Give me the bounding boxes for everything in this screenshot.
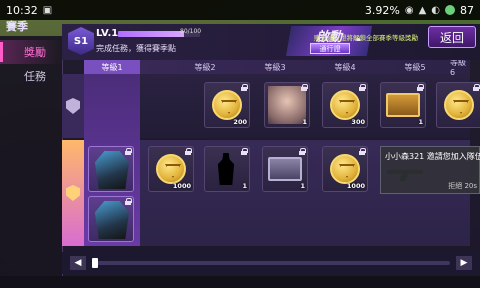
free-reward-2[interactable]: 1: [264, 82, 310, 128]
coin-icon: [156, 154, 186, 184]
level-tab-6[interactable]: 等級6: [450, 58, 470, 77]
season-header: S1 LV.1 80/100 完成任務，獲得賽季點 啟動 通行證 🔒︎ 購買通行…: [62, 24, 480, 60]
premium-reward-3[interactable]: 1: [204, 146, 250, 192]
season-badge: S1: [68, 27, 94, 55]
chest-icon: [268, 157, 302, 181]
free-reward-4[interactable]: 1: [380, 82, 426, 128]
chevron-right-icon: ▶: [460, 258, 468, 268]
figure-icon: [217, 153, 235, 185]
level-header: 等級1 等級2 等級3 等級4 等級5 等級6: [84, 58, 470, 77]
reward-quantity: 1000: [172, 182, 191, 190]
face-icon: [268, 86, 306, 124]
clock-time: 10:32: [6, 3, 38, 17]
player-level: LV.1: [96, 28, 119, 39]
free-reward-1[interactable]: 200: [204, 82, 250, 128]
coin-icon: [330, 90, 360, 120]
mute-icon: ◐: [431, 4, 440, 16]
mech-icon: [94, 151, 130, 189]
level-tab-4[interactable]: 等級4: [310, 60, 380, 74]
scroll-left-button[interactable]: ◀: [70, 256, 86, 270]
reward-quantity: 300: [351, 118, 365, 126]
level-tab-2[interactable]: 等級2: [170, 60, 240, 74]
signal-icon: ▲: [418, 4, 427, 16]
lock-icon: [185, 148, 192, 155]
free-track-label: [62, 74, 84, 138]
premium-reward-5[interactable]: 1000: [322, 146, 368, 192]
reward-quantity: 1000: [346, 182, 365, 190]
back-button[interactable]: 返回: [428, 26, 476, 48]
page-title: 賽季: [6, 20, 28, 33]
scroll-track[interactable]: [92, 258, 450, 268]
level-tab-1[interactable]: 等級1: [84, 60, 140, 74]
coin-icon: [330, 154, 360, 184]
xp-text: 80/100: [180, 28, 202, 35]
lock-icon: [241, 84, 248, 91]
invite-text: 小小森321 邀請您加入隊伍: [385, 152, 480, 161]
premium-track-label: [62, 140, 84, 246]
free-shield-icon: [66, 98, 80, 114]
coin-icon: [212, 90, 242, 120]
gallery-icon: ▣: [42, 4, 53, 16]
network-speed: 3.92%: [364, 3, 400, 17]
lock-icon: [241, 148, 248, 155]
chest-icon: [386, 93, 420, 117]
reward-quantity: 1: [300, 182, 305, 190]
lock-icon: [359, 84, 366, 91]
lock-icon: [359, 148, 366, 155]
premium-reward-2[interactable]: 1000: [148, 146, 194, 192]
reward-quantity: 1: [418, 118, 423, 126]
lock-icon: [301, 84, 308, 91]
reward-quantity: 1: [242, 182, 247, 190]
status-bar: 10:32 ▣ 3.92% ◉ ▲ ◐ 87: [0, 0, 480, 20]
lock-icon: [299, 148, 306, 155]
wifi-icon: ◉: [404, 4, 414, 16]
premium-reward-4[interactable]: 1: [262, 146, 308, 192]
free-reward-5[interactable]: [436, 82, 480, 128]
level-tab-3[interactable]: 等級3: [240, 60, 310, 74]
lock-icon: [473, 84, 480, 91]
lock-icon: [125, 198, 132, 205]
xp-progress-fill: [118, 31, 184, 37]
weapon-icon: [387, 169, 423, 181]
reward-quantity: 200: [233, 118, 247, 126]
nav-tab-rewards[interactable]: 獎勵: [0, 40, 62, 64]
invite-reject-button[interactable]: 拒絕 20s: [448, 181, 477, 191]
premium-reward-extra[interactable]: [88, 196, 134, 242]
task-hint: 完成任務，獲得賽季點: [96, 44, 176, 53]
bottom-bar: [0, 276, 480, 288]
lock-icon: [125, 148, 132, 155]
left-nav: 獎勵 任務: [0, 36, 62, 276]
nav-tab-tasks[interactable]: 任務: [0, 64, 62, 88]
battery-level: 87: [460, 3, 474, 17]
reward-quantity: 1: [302, 118, 307, 126]
pass-note: 購買通行證將解鎖全部賽季等級獎勵: [314, 34, 418, 42]
scroll-thumb[interactable]: [92, 258, 98, 268]
level-tab-5[interactable]: 等級5: [380, 60, 450, 74]
premium-reward-1[interactable]: [88, 146, 134, 192]
premium-shield-icon: [66, 185, 80, 201]
battery-icon: [445, 5, 455, 15]
mech-icon: [94, 201, 130, 239]
team-invite-popup[interactable]: 小小森321 邀請您加入隊伍 拒絕 20s: [380, 146, 480, 194]
scroll-right-button[interactable]: ▶: [456, 256, 472, 270]
coin-icon: [444, 90, 474, 120]
chevron-left-icon: ◀: [74, 258, 82, 268]
pass-button[interactable]: 通行證: [310, 43, 350, 54]
level-scroll-row: ◀ ▶: [62, 252, 480, 274]
free-reward-3[interactable]: 300: [322, 82, 368, 128]
lock-icon: [417, 84, 424, 91]
